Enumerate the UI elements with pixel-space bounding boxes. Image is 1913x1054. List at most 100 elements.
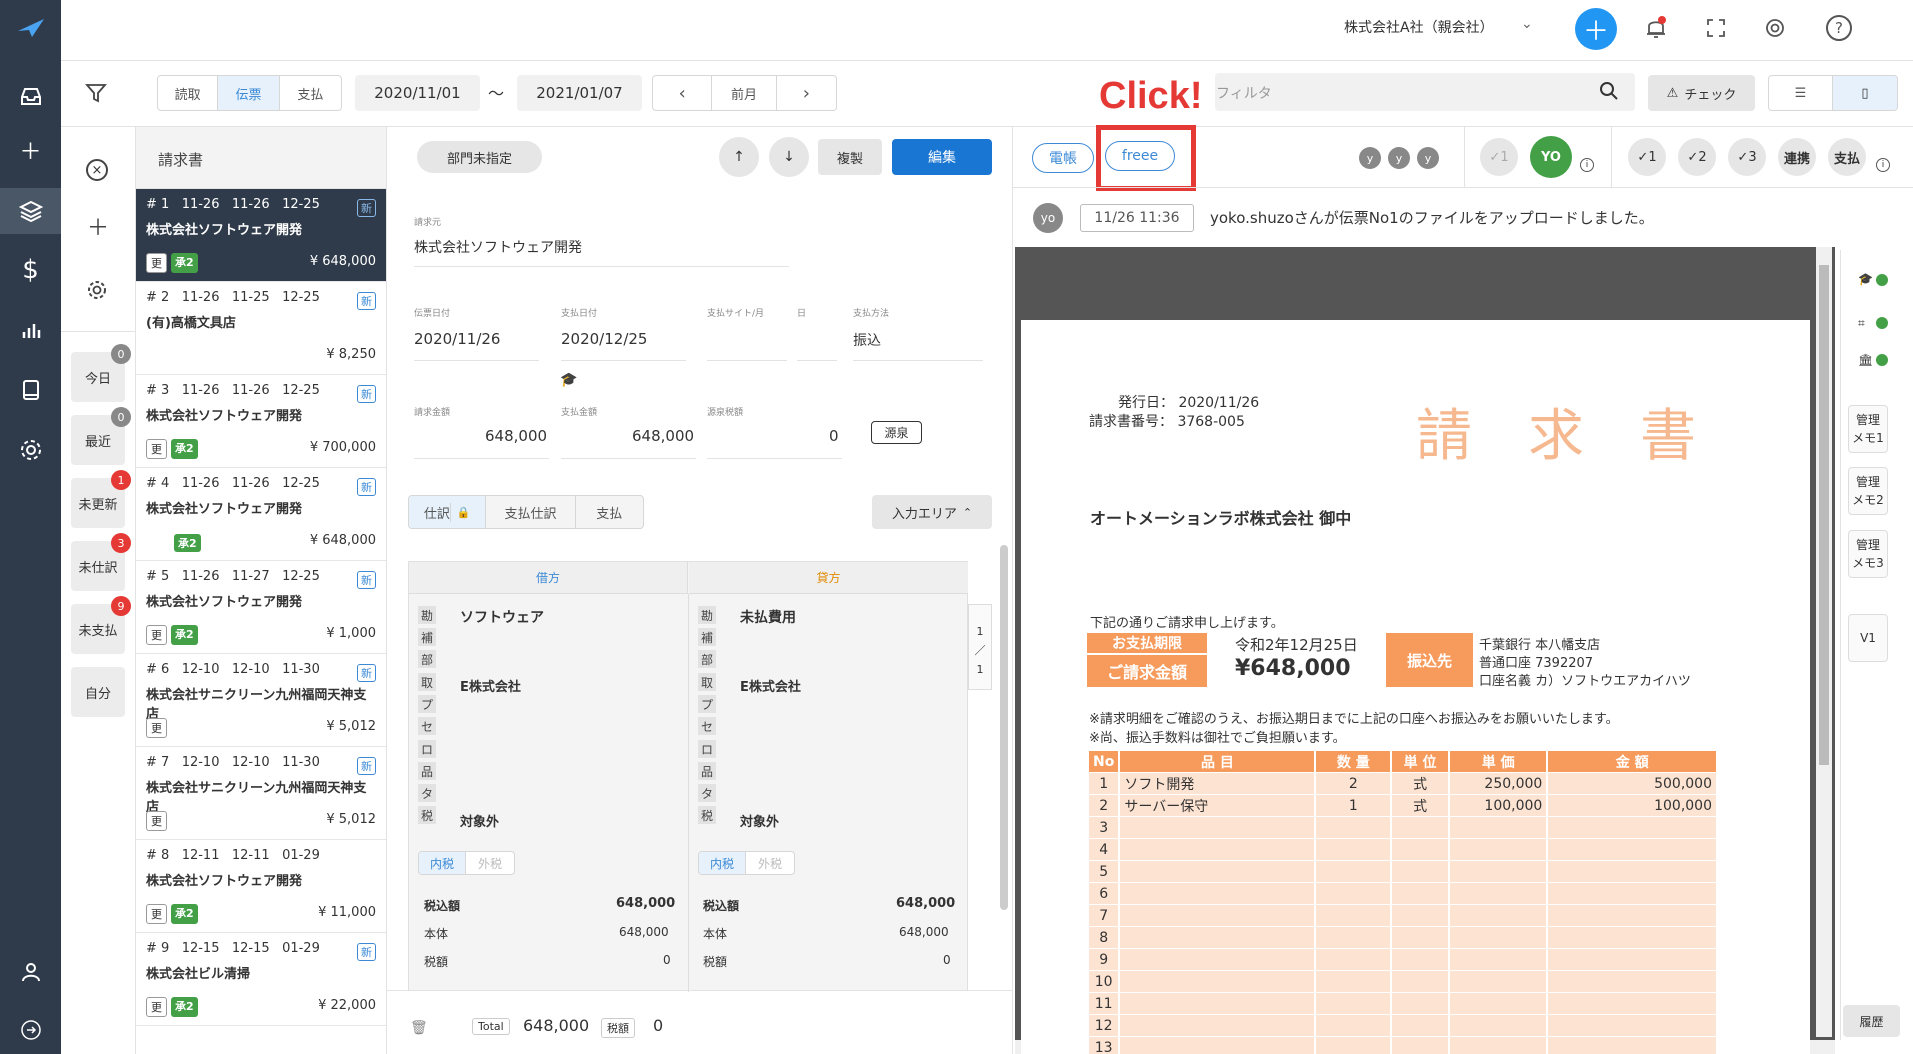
withhold-button[interactable]: 源泉 [871, 421, 922, 444]
dollar-icon[interactable]: $ [0, 248, 61, 292]
credit-tax[interactable]: 対象外 [740, 811, 779, 830]
scan-icon[interactable]: ⌗ [1858, 316, 1865, 331]
scrollbar[interactable] [1000, 545, 1008, 910]
chevron-down-icon[interactable]: ⌄ [1521, 16, 1533, 32]
next-arrow-icon[interactable]: › [777, 76, 836, 110]
gear-icon[interactable] [86, 279, 108, 305]
quick-filter-button[interactable]: 最近 0 [71, 407, 131, 465]
arrow-up-icon[interactable]: ↑ [719, 137, 759, 177]
journal-key[interactable]: 勘 [698, 606, 716, 624]
approve-3-button[interactable]: ✓ 3 [1728, 138, 1766, 176]
excl-button[interactable]: 外税 [746, 852, 794, 874]
journal-key[interactable]: プ [418, 695, 436, 713]
plus-icon[interactable]: ＋ [0, 128, 61, 172]
add-filter-icon[interactable]: ＋ [87, 210, 109, 242]
quick-filter-button[interactable]: 自分 [71, 667, 125, 717]
graduation-cap-icon[interactable]: 🎓 [1858, 272, 1873, 286]
list-item[interactable]: # 6 12-10 12-10 11-30 株式会社サニクリーン九州福岡天神支店 新… [136, 654, 386, 747]
journal-key[interactable]: タ [418, 784, 436, 802]
bank-icon[interactable]: 🏛 [1858, 353, 1873, 367]
tab-journal[interactable]: 仕訳 🔒 [409, 496, 487, 528]
date-to-field[interactable]: 2021/01/07 [517, 75, 642, 111]
journal-key[interactable]: セ [418, 717, 436, 735]
version-button[interactable]: V1 [1848, 614, 1888, 662]
journal-key[interactable]: 部 [418, 650, 436, 668]
copy-button[interactable]: 複製 [818, 139, 882, 175]
journal-key[interactable]: 品 [418, 762, 436, 780]
journal-key[interactable]: 取 [698, 673, 716, 691]
list-item[interactable]: # 5 11-26 11-27 12-25 株式会社ソフトウェア開発 新更承2 ¥ 1… [136, 561, 386, 654]
journal-key[interactable]: 部 [698, 650, 716, 668]
pay-button[interactable]: 支払 [1828, 138, 1866, 176]
memo-1-button[interactable]: 管理 メモ1 [1848, 405, 1888, 453]
excl-button[interactable]: 外税 [466, 852, 514, 874]
company-selector[interactable]: 株式会社A社（親会社） [1344, 17, 1494, 37]
dept-button[interactable]: 部門未指定 [417, 141, 542, 173]
credit-account[interactable]: 未払費用 [740, 607, 796, 627]
settings-icon[interactable] [0, 428, 61, 472]
edit-button[interactable]: 編集 [892, 139, 992, 175]
tab-slip[interactable]: 伝票 [218, 76, 280, 110]
search-icon[interactable] [1599, 81, 1619, 105]
clear-icon[interactable]: × [86, 159, 108, 181]
list-item[interactable]: # 4 11-26 11-26 12-25 株式会社ソフトウェア開発 新承2 ¥ 64… [136, 468, 386, 561]
quick-filter-button[interactable]: 未仕訳 3 [71, 533, 131, 591]
check-button[interactable]: ⚠ チェック [1648, 75, 1755, 111]
fullscreen-icon[interactable] [1706, 18, 1726, 42]
scrollbar[interactable] [1816, 247, 1832, 1037]
journal-key[interactable]: タ [698, 784, 716, 802]
tab-read[interactable]: 読取 [158, 76, 219, 110]
link-button[interactable]: 連携 [1778, 138, 1816, 176]
trash-icon[interactable]: 🗑 [410, 1020, 428, 1036]
info-icon[interactable]: i [1876, 158, 1890, 172]
approve-1-button[interactable]: ✓ 1 [1628, 138, 1666, 176]
journal-key[interactable]: 税 [698, 806, 716, 824]
chart-icon[interactable] [0, 308, 61, 352]
journal-key[interactable]: 税 [418, 806, 436, 824]
approve-2-button[interactable]: ✓ 2 [1678, 138, 1716, 176]
memo-2-button[interactable]: 管理 メモ2 [1848, 467, 1888, 515]
memo-3-button[interactable]: 管理 メモ3 [1848, 530, 1888, 578]
journal-key[interactable]: 補 [418, 628, 436, 646]
list-item[interactable]: # 7 12-10 12-10 11-30 株式会社サニクリーン九州福岡天神支店 新… [136, 747, 386, 840]
book-icon[interactable] [0, 368, 61, 412]
journal-key[interactable]: 勘 [418, 606, 436, 624]
layers-icon[interactable] [0, 188, 61, 234]
quick-filter-button[interactable]: 未更新 1 [71, 470, 131, 528]
arrow-down-icon[interactable]: ↓ [769, 137, 809, 177]
quick-filter-button[interactable]: 今日 0 [71, 344, 131, 402]
info-icon[interactable]: i [1580, 158, 1594, 172]
list-item[interactable]: # 8 12-11 12-11 01-29 株式会社ソフトウェア開発更承2 ¥ 11… [136, 840, 386, 933]
list-item[interactable]: # 1 11-26 11-26 12-25 株式会社ソフトウェア開発 新更承2 ¥ 6… [136, 189, 386, 282]
prev-month-button[interactable]: 前月 [712, 76, 777, 110]
approve-1-button[interactable]: ✓ 1 [1480, 138, 1518, 176]
tab-payment[interactable]: 支払 [280, 76, 341, 110]
inbox-icon[interactable] [0, 74, 61, 118]
add-button[interactable]: ＋ [1575, 8, 1617, 50]
incl-button[interactable]: 内税 [419, 852, 467, 874]
journal-key[interactable]: セ [698, 717, 716, 735]
user-avatar[interactable]: YO [1530, 136, 1572, 178]
denchou-button[interactable]: 電帳 [1032, 143, 1094, 173]
input-area-button[interactable]: 入力エリア ⌃ [872, 495, 992, 529]
list-item[interactable]: # 2 11-26 11-25 12-25 (有)高橋文具店 新 ¥ 8,250 [136, 282, 386, 375]
filter-input[interactable]: フィルタ [1215, 73, 1635, 111]
logout-icon[interactable] [0, 1008, 61, 1052]
tab-pay[interactable]: 支払 [576, 496, 643, 528]
logo-icon[interactable] [0, 6, 61, 50]
journal-key[interactable]: 品 [698, 762, 716, 780]
prev-arrow-icon[interactable]: ‹ [653, 76, 713, 110]
date-from-field[interactable]: 2020/11/01 [355, 75, 480, 111]
support-icon[interactable] [1765, 18, 1785, 42]
journal-key[interactable]: ロ [418, 740, 436, 758]
list-view-icon[interactable]: ☰ [1769, 76, 1833, 110]
debit-partner[interactable]: E株式会社 [460, 676, 521, 695]
bell-icon[interactable] [1645, 16, 1667, 44]
quick-filter-button[interactable]: 未支払 9 [71, 596, 131, 654]
credit-partner[interactable]: E株式会社 [740, 676, 801, 695]
debit-account[interactable]: ソフトウェア [460, 607, 544, 627]
split-view-icon[interactable]: ▯ [1833, 76, 1897, 110]
journal-key[interactable]: 取 [418, 673, 436, 691]
tab-pay-journal[interactable]: 支払仕訳 [486, 496, 576, 528]
help-icon[interactable]: ? [1826, 15, 1852, 41]
